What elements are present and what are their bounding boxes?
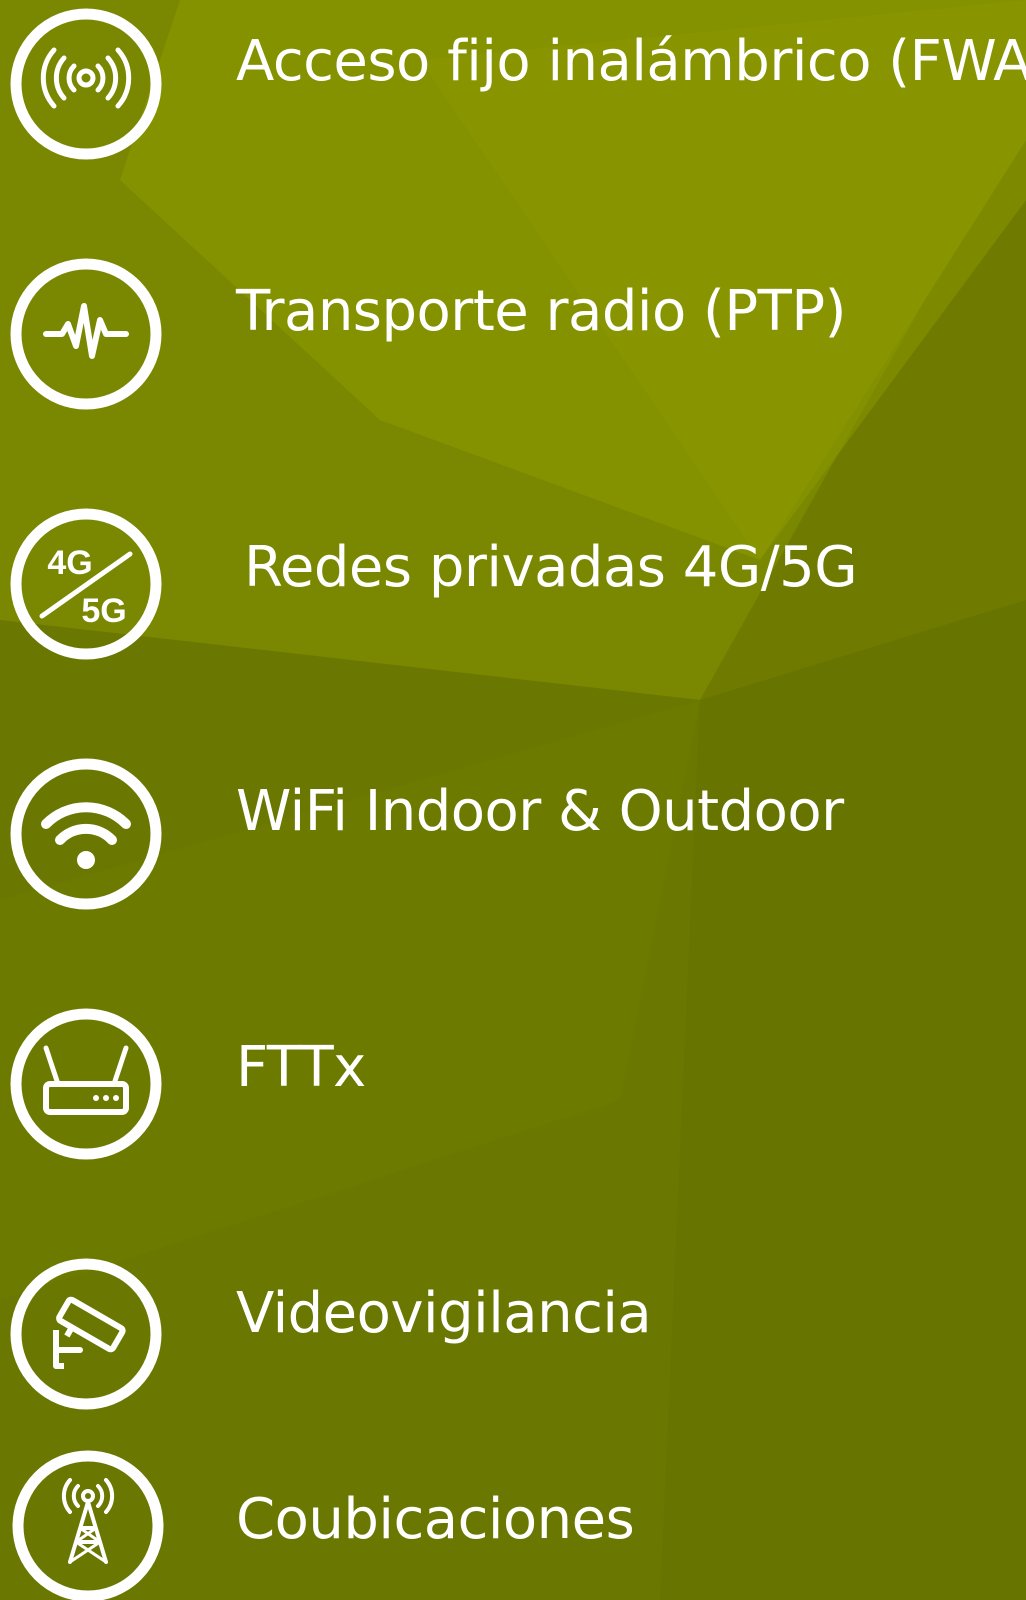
service-item-wifi: WiFi Indoor & Outdoor bbox=[0, 754, 1026, 914]
service-label: WiFi Indoor & Outdoor bbox=[236, 779, 844, 844]
service-label: Coubicaciones bbox=[236, 1487, 635, 1552]
router-icon bbox=[6, 1004, 166, 1164]
services-panel: Acceso fijo inalámbrico (FWA) Transporte… bbox=[0, 0, 1026, 1600]
antenna-tower-icon bbox=[8, 1446, 168, 1600]
service-item-ptp: Transporte radio (PTP) bbox=[0, 254, 1026, 414]
service-item-colocation: Coubicaciones bbox=[0, 1446, 1026, 1600]
service-label: Videovigilancia bbox=[236, 1281, 652, 1346]
security-camera-icon bbox=[6, 1254, 166, 1414]
service-item-private-networks: 4G 5G Redes privadas 4G/5G bbox=[0, 504, 1026, 664]
service-item-fwa: Acceso fijo inalámbrico (FWA) bbox=[0, 4, 1026, 164]
4g-text: 4G bbox=[47, 544, 92, 582]
wireless-broadcast-icon bbox=[6, 4, 166, 164]
service-label: Redes privadas 4G/5G bbox=[244, 535, 858, 600]
service-item-video-surveillance: Videovigilancia bbox=[0, 1254, 1026, 1414]
signal-wave-icon bbox=[6, 254, 166, 414]
wifi-icon bbox=[6, 754, 166, 914]
4g-5g-icon: 4G 5G bbox=[6, 504, 166, 664]
service-label: Transporte radio (PTP) bbox=[236, 279, 846, 344]
service-label: Acceso fijo inalámbrico (FWA) bbox=[236, 29, 1026, 94]
service-item-fttx: FTTx bbox=[0, 1004, 1026, 1164]
service-label: FTTx bbox=[236, 1035, 366, 1100]
5g-text: 5G bbox=[81, 592, 126, 630]
